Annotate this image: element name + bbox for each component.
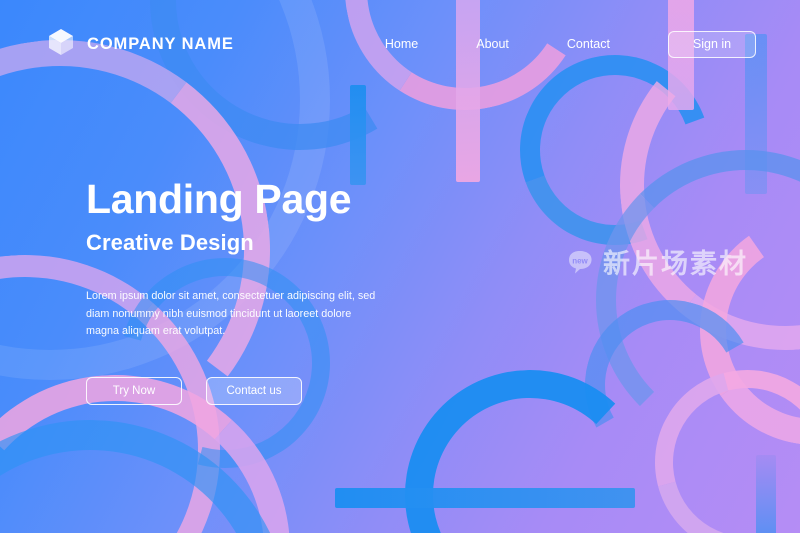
stock-watermark: new 新片场素材 [566, 242, 748, 281]
hero-actions: Try Now Contact us [86, 376, 506, 405]
hero-paragraph: Lorem ipsum dolor sit amet, consectetuer… [86, 290, 376, 338]
brand-name: COMPANY NAME [87, 34, 234, 53]
nav-item-home[interactable]: Home [385, 37, 418, 51]
cube-icon [48, 28, 74, 61]
nav-item-about[interactable]: About [476, 37, 509, 51]
new-badge-icon: new [566, 249, 594, 275]
page-subtitle: Creative Design [86, 230, 254, 256]
brand-logo[interactable]: COMPANY NAME [48, 28, 234, 61]
hero-section: Landing Page Creative Design Lorem ipsum… [86, 176, 506, 405]
try-now-button[interactable]: Try Now [86, 376, 182, 405]
landing-page: COMPANY NAME Home About Contact Sign in … [0, 0, 800, 533]
nav-item-contact[interactable]: Contact [567, 37, 610, 51]
contact-us-button[interactable]: Contact us [206, 376, 302, 405]
sign-in-button[interactable]: Sign in [668, 30, 756, 58]
page-content: COMPANY NAME Home About Contact Sign in … [0, 0, 800, 533]
main-navigation: Home About Contact Sign in [385, 30, 756, 58]
site-header: COMPANY NAME Home About Contact Sign in [0, 0, 800, 88]
svg-text:new: new [572, 256, 588, 265]
watermark-text: 新片场素材 [603, 249, 748, 280]
page-title: Landing Page [86, 176, 352, 222]
